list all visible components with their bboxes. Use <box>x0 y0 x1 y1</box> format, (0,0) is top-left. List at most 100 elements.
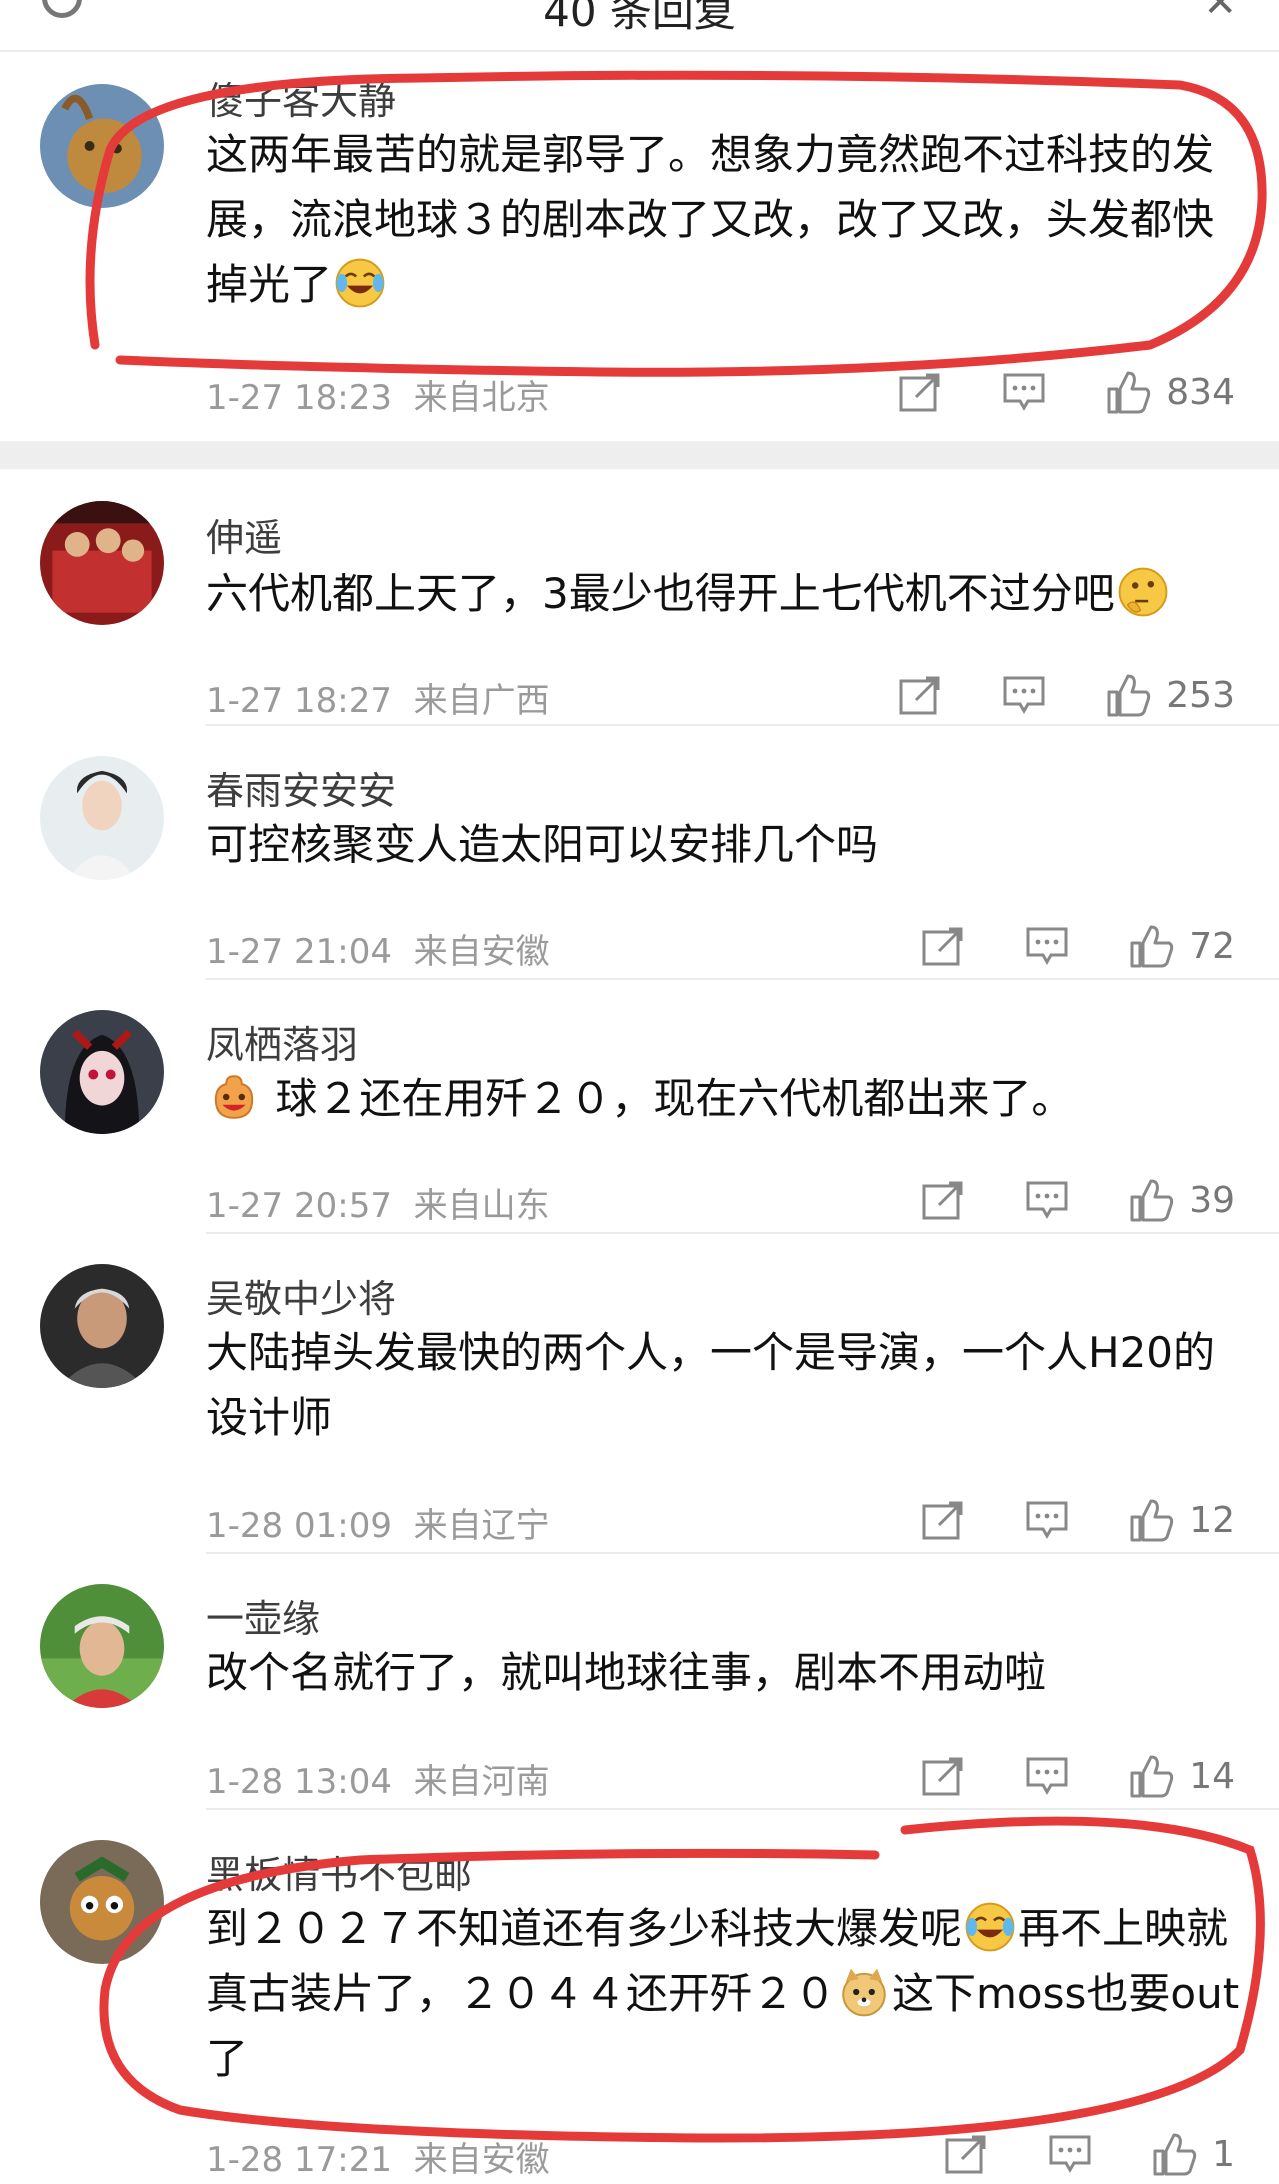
avatar[interactable] <box>40 84 164 208</box>
timestamp: 1-27 20:57 <box>206 1186 392 1226</box>
comment-actions: 72 <box>921 922 1235 970</box>
comment-meta: 1-28 01:09 来自辽宁 <box>206 1498 550 1547</box>
comment-meta: 1-27 18:23 来自北京 <box>206 370 550 419</box>
laugh-cry-emoji-icon <box>965 1902 1015 1952</box>
share-icon[interactable] <box>921 1179 965 1221</box>
doge-emoji-icon <box>842 1968 886 2017</box>
like-count: 72 <box>1189 925 1235 967</box>
comment-actions: 834 <box>898 368 1235 416</box>
avatar[interactable] <box>40 501 164 625</box>
like-count: 253 <box>1166 674 1235 716</box>
comment-text: 六代机都上天了，3最少也得开上七代机不过分吧 <box>206 561 1246 626</box>
timestamp: 1-28 13:04 <box>206 1762 392 1802</box>
like-count: 834 <box>1166 371 1235 413</box>
timestamp: 1-27 18:27 <box>206 681 392 721</box>
like-icon <box>1130 1755 1174 1798</box>
comment-text: 可控核聚变人造太阳可以安排几个吗 <box>206 820 879 869</box>
like-icon <box>1130 1499 1174 1542</box>
username[interactable]: 春雨安安安 <box>206 760 396 815</box>
comment-item: 傻子客大静 这两年最苦的就是郭导了。想象力竟然跑不过科技的发展，流浪地球３的剧本… <box>0 50 1279 440</box>
avatar[interactable] <box>40 1264 164 1388</box>
username[interactable]: 一壶缘 <box>206 1588 320 1643</box>
like-button[interactable]: 834 <box>1106 369 1235 415</box>
share-icon[interactable] <box>921 1755 965 1797</box>
username[interactable]: 伸遥 <box>206 507 282 562</box>
location: 来自山东 <box>413 1186 550 1226</box>
comment-text: 到２０２７不知道还有多少科技大爆发呢 再不上映就真古装片了，２０４４还开歼２０ 这下… <box>206 1896 1246 2091</box>
username[interactable]: 黑板情书不包邮 <box>206 1844 472 1899</box>
comment-item: 吴敬中少将 大陆掉头发最快的两个人，一个是导演，一个人H20的设计师 1-28 … <box>0 1234 1279 1552</box>
like-icon <box>1107 674 1151 717</box>
close-icon[interactable]: ✕ <box>1203 0 1237 26</box>
comment-meta: 1-27 20:57 来自山东 <box>206 1178 550 1227</box>
like-button[interactable]: 39 <box>1129 1177 1235 1223</box>
comment-item: 春雨安安安 可控核聚变人造太阳可以安排几个吗 1-27 21:04 来自安徽 7… <box>0 726 1279 978</box>
comment-icon[interactable] <box>1048 2133 1092 2175</box>
location: 来自北京 <box>413 378 550 418</box>
like-button[interactable]: 72 <box>1129 923 1235 969</box>
comment-actions: 1 <box>944 2130 1235 2178</box>
comment-icon[interactable] <box>1025 925 1069 967</box>
share-icon[interactable] <box>944 2133 988 2175</box>
like-count: 12 <box>1189 1499 1235 1541</box>
like-button[interactable]: 253 <box>1106 672 1235 718</box>
username[interactable]: 凤栖落羽 <box>206 1014 358 1069</box>
comment-item: 黑板情书不包邮 到２０２７不知道还有多少科技大爆发呢 再不上映就真古装片了，２０４… <box>0 1810 1279 2184</box>
comment-text: 改个名就行了，就叫地球往事，剧本不用动啦 <box>206 1648 1047 1697</box>
comment-icon[interactable] <box>1025 1755 1069 1797</box>
comment-icon[interactable] <box>1002 674 1046 716</box>
like-icon <box>1107 371 1151 414</box>
top-bar: 40 条回复 ✕ <box>0 0 1279 52</box>
share-icon[interactable] <box>921 925 965 967</box>
share-icon[interactable] <box>898 674 942 716</box>
comment-meta: 1-28 17:21 来自安徽 <box>206 2132 550 2181</box>
like-icon <box>1153 2133 1197 2176</box>
share-icon[interactable] <box>921 1499 965 1541</box>
comment-meta: 1-27 18:27 来自广西 <box>206 673 550 722</box>
timestamp: 1-28 17:21 <box>206 2140 392 2180</box>
share-icon[interactable] <box>898 371 942 413</box>
comment-actions: 12 <box>921 1496 1235 1544</box>
comment-text: 这两年最苦的就是郭导了。想象力竟然跑不过科技的发展，流浪地球３的剧本改了又改，改… <box>206 130 1215 309</box>
comment-meta: 1-28 13:04 来自河南 <box>206 1754 550 1803</box>
location: 来自河南 <box>413 1762 550 1802</box>
location: 来自辽宁 <box>413 1506 550 1546</box>
avatar[interactable] <box>40 1010 164 1134</box>
comment-icon[interactable] <box>1025 1499 1069 1541</box>
comment-item: 伸遥 六代机都上天了，3最少也得开上七代机不过分吧 1-27 18:27 来自广… <box>0 469 1279 724</box>
laugh-cry-emoji-icon <box>335 258 385 308</box>
like-button[interactable]: 12 <box>1129 1497 1235 1543</box>
timestamp: 1-27 18:23 <box>206 378 392 418</box>
like-count: 39 <box>1189 1179 1235 1221</box>
like-button[interactable]: 1 <box>1152 2131 1235 2177</box>
comment-actions: 253 <box>898 671 1235 719</box>
comment-text: 大陆掉头发最快的两个人，一个是导演，一个人H20的设计师 <box>206 1328 1216 1442</box>
like-icon <box>1130 1179 1174 1222</box>
section-separator <box>0 441 1279 469</box>
username[interactable]: 傻子客大静 <box>206 70 396 125</box>
comment-item: 一壶缘 改个名就行了，就叫地球往事，剧本不用动啦 1-28 13:04 来自河南… <box>0 1554 1279 1808</box>
timestamp: 1-28 01:09 <box>206 1506 392 1546</box>
comment-actions: 39 <box>921 1176 1235 1224</box>
like-count: 14 <box>1189 1755 1235 1797</box>
grin-emoji-icon <box>214 1075 254 1119</box>
comment-icon[interactable] <box>1002 371 1046 413</box>
avatar[interactable] <box>40 1584 164 1708</box>
comment-meta: 1-27 21:04 来自安徽 <box>206 924 550 973</box>
location: 来自安徽 <box>413 932 550 972</box>
like-button[interactable]: 14 <box>1129 1753 1235 1799</box>
comment-actions: 14 <box>921 1752 1235 1800</box>
avatar[interactable] <box>40 756 164 880</box>
page-title: 40 条回复 <box>543 0 736 36</box>
like-count: 1 <box>1212 2133 1235 2175</box>
comment-item: 凤栖落羽 球２还在用歼２０，现在六代机都出来了。 1-27 20:57 来自山东… <box>0 980 1279 1232</box>
location: 来自广西 <box>413 681 550 721</box>
avatar[interactable] <box>40 1840 164 1964</box>
like-icon <box>1130 925 1174 968</box>
timestamp: 1-27 21:04 <box>206 932 392 972</box>
comment-text: 球２还在用歼２０，现在六代机都出来了。 <box>206 1066 1246 1131</box>
location: 来自安徽 <box>413 2140 550 2180</box>
comment-icon[interactable] <box>1025 1179 1069 1221</box>
username[interactable]: 吴敬中少将 <box>206 1268 396 1323</box>
thinking-emoji-icon <box>1118 567 1168 617</box>
